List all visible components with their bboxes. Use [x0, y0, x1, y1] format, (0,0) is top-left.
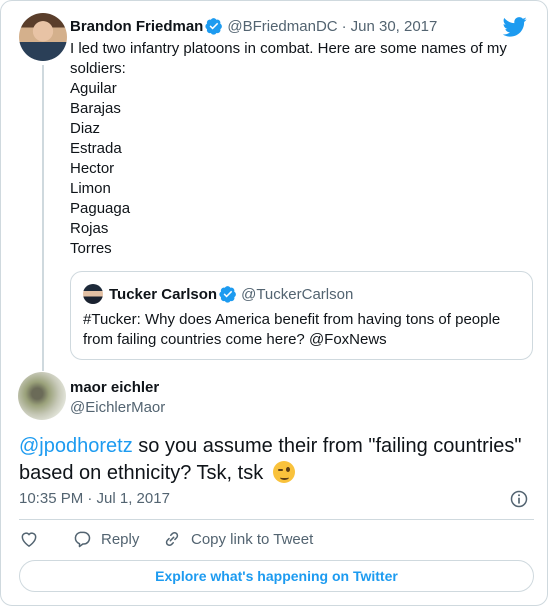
- soldier-name: Barajas: [70, 100, 121, 117]
- author-handle[interactable]: @EichlerMaor: [70, 399, 165, 416]
- reply-label: Reply: [101, 530, 140, 548]
- quoted-tweet[interactable]: Tucker Carlson @TuckerCarlson #Tucker: W…: [70, 271, 533, 360]
- mention-link[interactable]: @jpodhoretz: [19, 435, 133, 457]
- parent-handle[interactable]: @BFriedmanDC: [227, 18, 337, 35]
- soldier-name: Diaz: [70, 120, 101, 137]
- soldier-name: Aguilar: [70, 80, 117, 97]
- info-icon[interactable]: [509, 489, 529, 509]
- soldier-name: Estrada: [70, 140, 122, 157]
- tweet-timestamp[interactable]: 10:35 PM · Jul 1, 2017: [19, 490, 170, 507]
- reply-button[interactable]: Reply: [72, 529, 162, 549]
- verified-badge-icon: [219, 286, 236, 303]
- verified-badge-icon: [205, 18, 223, 35]
- winking-face-icon: [272, 461, 295, 483]
- thread-connector-line: [42, 65, 44, 371]
- soldier-name: Limon: [70, 180, 111, 197]
- parent-intro-text: I led two infantry platoons in combat. H…: [70, 40, 507, 77]
- copy-link-button[interactable]: Copy link to Tweet: [162, 529, 313, 549]
- author-avatar[interactable]: [18, 372, 66, 420]
- reply-icon: [74, 531, 91, 548]
- link-icon: [165, 531, 179, 547]
- heart-icon: [21, 532, 37, 547]
- twitter-bird-icon[interactable]: [503, 17, 527, 37]
- tweet-text: @jpodhoretz so you assume their from "fa…: [19, 433, 534, 487]
- like-button[interactable]: [19, 529, 72, 549]
- quoted-tweet-header: Tucker Carlson @TuckerCarlson: [109, 285, 353, 303]
- soldier-name: Torres: [70, 240, 112, 257]
- quoted-tweet-text: #Tucker: Why does America benefit from h…: [83, 311, 501, 348]
- parent-tweet-text: I led two infantry platoons in combat. H…: [70, 39, 530, 259]
- soldier-name: Hector: [70, 160, 115, 177]
- parent-tweet-header: Brandon Friedman @BFriedmanDC · Jun 30, …: [70, 17, 437, 35]
- soldier-name: Rojas: [70, 220, 109, 237]
- divider: [19, 519, 534, 520]
- author-display-name[interactable]: maor eichler: [70, 379, 159, 396]
- parent-date[interactable]: Jun 30, 2017: [351, 18, 438, 35]
- quoted-author-avatar: [83, 284, 103, 304]
- quoted-display-name: Tucker Carlson: [109, 285, 218, 303]
- parent-author-avatar[interactable]: [19, 13, 67, 61]
- tweet-actions: Reply Copy link to Tweet: [19, 529, 313, 549]
- quoted-handle: @TuckerCarlson: [241, 285, 354, 303]
- soldier-name: Paguaga: [70, 200, 131, 217]
- separator-dot: ·: [341, 17, 347, 35]
- parent-display-name[interactable]: Brandon Friedman: [70, 18, 203, 35]
- explore-button[interactable]: Explore what's happening on Twitter: [19, 560, 534, 592]
- copy-link-label: Copy link to Tweet: [191, 530, 314, 548]
- tweet-embed-card: Brandon Friedman @BFriedmanDC · Jun 30, …: [0, 0, 548, 606]
